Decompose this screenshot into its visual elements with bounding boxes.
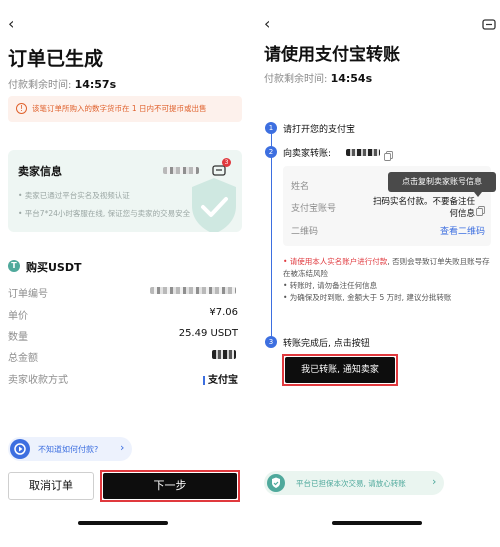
payment-timer: 付款剩余时间: 14:54s <box>264 70 372 85</box>
note-1: • 请使用本人实名账户进行付款, 否则会导致订单失败且账号存在被冻结风险 <box>283 256 493 280</box>
back-button[interactable]: ‹ <box>8 14 14 33</box>
chevron-right-icon: › <box>120 441 125 454</box>
note-3: • 为确保及时到账, 金额大于 5 万时, 建议分批转账 <box>283 293 452 302</box>
safety-text: 平台已担保本次交易, 请放心转账 <box>296 479 406 488</box>
seller-note-1: • 卖家已通过平台实名及视频认证 <box>18 191 130 200</box>
copy-icon[interactable] <box>384 146 393 161</box>
next-button-highlight: 下一步 <box>100 470 240 502</box>
alipay-mark <box>203 375 205 385</box>
price-label: 单价 <box>8 311 28 322</box>
info-icon: ! <box>16 103 27 114</box>
copy-account-icon[interactable] <box>476 201 485 216</box>
step-2-text: 向卖家转账: <box>283 149 332 159</box>
chevron-right-icon: › <box>432 475 437 488</box>
stepper-line <box>271 128 272 342</box>
warning-banner: ! 该笔订单所购入的数字货币在 1 日内不可提币或出售 <box>8 96 242 122</box>
timer-value: 14:54s <box>330 72 373 85</box>
timer-label: 付款剩余时间: <box>264 74 328 85</box>
notify-seller-button[interactable]: 我已转账, 通知卖家 <box>285 357 395 383</box>
seller-card: 卖家信息 3 • 卖家已通过平台实名及视频认证 • 平台7*24小时客服在线, … <box>8 150 242 232</box>
payment-method-text: 支付宝 <box>208 375 238 386</box>
tooltip-arrow <box>474 192 482 197</box>
step-1-marker: 1 <box>265 122 277 134</box>
order-number-label: 订单编号 <box>8 289 48 300</box>
step-3-marker: 3 <box>265 336 277 348</box>
usdt-icon: T <box>8 260 20 272</box>
step-1-text: 请打开您的支付宝 <box>283 125 356 135</box>
message-badge: 3 <box>222 158 231 167</box>
seller-title: 卖家信息 <box>18 165 62 178</box>
cancel-order-button[interactable]: 取消订单 <box>8 472 94 500</box>
timer-value: 14:57s <box>74 78 117 91</box>
payment-timer: 付款剩余时间: 14:57s <box>8 76 116 91</box>
page-title: 订单已生成 <box>8 48 104 70</box>
next-button[interactable]: 下一步 <box>103 473 237 499</box>
buy-title: 购买USDT <box>26 261 82 274</box>
account-value: 扫码实名付款。不要备注任何信息 <box>372 197 475 219</box>
alipay-transfer-screen: ‹ 请使用支付宝转账 付款剩余时间: 14:54s 1 请打开您的支付宝 2 向… <box>250 0 500 547</box>
copy-tooltip: 点击复制卖家账号信息 <box>388 172 496 192</box>
back-button[interactable]: ‹ <box>264 14 270 33</box>
payment-method-label: 卖家收款方式 <box>8 375 68 386</box>
payment-notes: • 请使用本人实名账户进行付款, 否则会导致订单失败且账号存在被冻结风险 • 转… <box>283 256 493 304</box>
warning-text: 该笔订单所购入的数字货币在 1 日内不可提币或出售 <box>32 104 207 113</box>
chat-icon[interactable] <box>482 16 496 30</box>
safety-banner[interactable]: 平台已担保本次交易, 请放心转账 › <box>264 471 444 495</box>
order-created-screen: ‹ 订单已生成 付款剩余时间: 14:57s ! 该笔订单所购入的数字货币在 1… <box>0 0 250 547</box>
shield-check-icon <box>188 176 240 232</box>
seller-note-2: • 平台7*24小时客服在线, 保证您与卖家的交易安全 <box>18 209 191 218</box>
total-redacted <box>212 350 236 359</box>
order-number-redacted <box>150 287 236 294</box>
note-2: • 转账时, 请勿备注任何信息 <box>283 281 378 290</box>
price-value: ¥7.06 <box>209 307 238 318</box>
home-indicator <box>332 521 422 525</box>
total-label: 总金额 <box>8 353 38 364</box>
page-title: 请使用支付宝转账 <box>264 45 400 65</box>
shield-check-icon <box>267 474 285 492</box>
home-indicator <box>78 521 168 525</box>
payment-help-link[interactable]: 不知道如何付款? › <box>8 437 132 461</box>
name-label: 姓名 <box>291 182 310 192</box>
quantity-label: 数量 <box>8 332 28 343</box>
qr-label: 二维码 <box>291 227 319 237</box>
step-3-text: 转账完成后, 点击按钮 <box>283 339 370 349</box>
view-qr-link[interactable]: 查看二维码 <box>423 224 485 237</box>
play-icon <box>10 439 30 459</box>
help-text: 不知道如何付款? <box>38 445 99 454</box>
seller-name-redacted <box>163 167 199 174</box>
account-label: 支付宝账号 <box>291 204 337 214</box>
timer-label: 付款剩余时间: <box>8 80 72 91</box>
note-1-warning: • 请使用本人实名账户进行付款 <box>283 257 388 266</box>
notify-button-highlight: 我已转账, 通知卖家 <box>282 354 398 386</box>
step-2-marker: 2 <box>265 146 277 158</box>
quantity-value: 25.49 USDT <box>178 328 238 339</box>
payment-method-value: 支付宝 <box>150 371 238 386</box>
seller-name-redacted <box>346 149 380 156</box>
